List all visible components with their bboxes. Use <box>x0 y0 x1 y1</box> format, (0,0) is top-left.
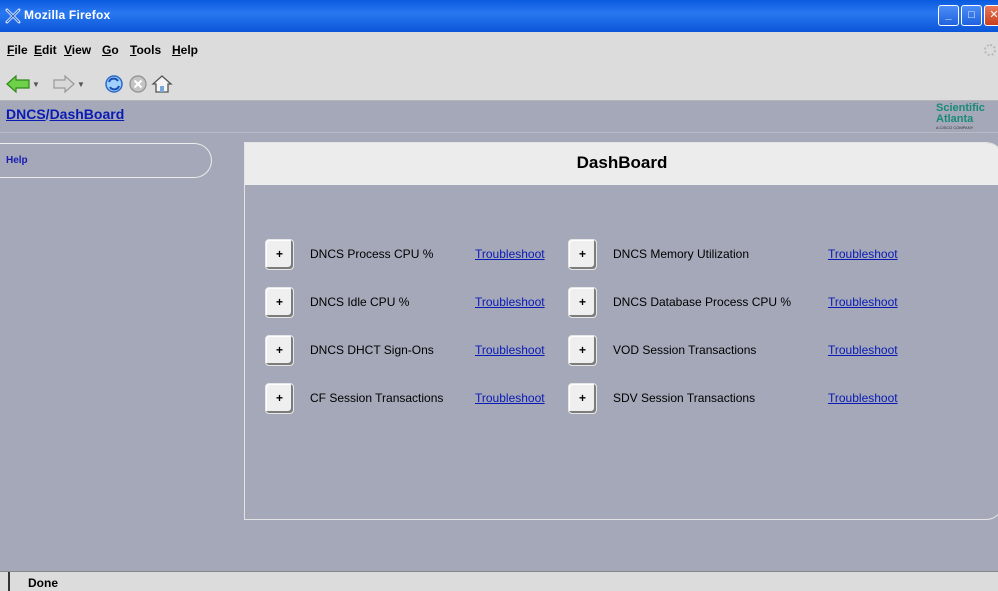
metric-row: + SDV Session Transactions Troubleshoot <box>568 383 968 415</box>
dashboard-title: DashBoard <box>576 153 668 172</box>
sidebar-help-label: Help <box>6 155 28 166</box>
expand-button[interactable]: + <box>568 239 597 270</box>
status-bar: Done <box>0 571 998 591</box>
menu-help[interactable]: Help <box>172 43 198 57</box>
forward-icon <box>53 74 75 94</box>
metric-row: + CF Session Transactions Troubleshoot <box>265 383 565 415</box>
metric-label: DNCS DHCT Sign-Ons <box>310 343 434 357</box>
breadcrumb-link-dncs[interactable]: DNCS <box>6 106 46 122</box>
troubleshoot-link[interactable]: Troubleshoot <box>828 295 898 309</box>
expand-button[interactable]: + <box>265 287 294 318</box>
menu-file[interactable]: File <box>7 43 28 57</box>
expand-button[interactable]: + <box>265 239 294 270</box>
troubleshoot-link[interactable]: Troubleshoot <box>475 295 545 309</box>
reload-button[interactable] <box>104 73 124 95</box>
minimize-button[interactable]: _ <box>938 5 959 26</box>
navigation-toolbar: ▼ ▼ <box>0 66 998 101</box>
metric-label: VOD Session Transactions <box>613 343 757 357</box>
metric-label: CF Session Transactions <box>310 391 444 405</box>
metric-row: + DNCS Idle CPU % Troubleshoot <box>265 287 565 319</box>
expand-button[interactable]: + <box>568 383 597 414</box>
breadcrumb: DNCS/DashBoard <box>6 106 124 122</box>
back-dropdown-icon[interactable]: ▼ <box>32 80 40 89</box>
menu-bar: File Edit View Go Tools Help <box>0 32 998 66</box>
logo-sub: A CISCO COMPANY <box>936 125 974 130</box>
expand-button[interactable]: + <box>265 335 294 366</box>
expand-button[interactable]: + <box>568 287 597 318</box>
troubleshoot-link[interactable]: Troubleshoot <box>475 343 545 357</box>
status-panel: Done <box>8 572 998 591</box>
troubleshoot-link[interactable]: Troubleshoot <box>475 247 545 261</box>
forward-button[interactable]: ▼ <box>52 73 85 95</box>
breadcrumb-link-dashboard[interactable]: DashBoard <box>50 106 125 122</box>
firefox-icon <box>5 8 21 24</box>
throbber-icon <box>984 44 996 56</box>
forward-dropdown-icon[interactable]: ▼ <box>77 80 85 89</box>
metric-row: + DNCS Database Process CPU % Troublesho… <box>568 287 968 319</box>
menu-view[interactable]: View <box>64 43 91 57</box>
maximize-button[interactable]: □ <box>961 5 982 26</box>
back-button[interactable]: ▼ <box>5 73 40 95</box>
metric-row: + DNCS Memory Utilization Troubleshoot <box>568 239 968 271</box>
metric-label: DNCS Memory Utilization <box>613 247 750 261</box>
sidebar-help-tab[interactable]: Help <box>0 143 212 178</box>
menu-tools[interactable]: Tools <box>130 43 161 57</box>
dashboard-header: DashBoard <box>245 143 998 185</box>
dashboard-panel: DashBoard + DNCS Process CPU % Troublesh… <box>244 142 998 520</box>
metric-row: + DNCS Process CPU % Troubleshoot <box>265 239 565 271</box>
metric-row: + VOD Session Transactions Troubleshoot <box>568 335 968 367</box>
stop-icon <box>129 75 147 93</box>
back-icon <box>6 74 30 94</box>
metric-label: DNCS Process CPU % <box>310 247 434 261</box>
header-divider <box>0 132 998 133</box>
close-icon: ✕ <box>989 9 998 21</box>
stop-button[interactable] <box>128 73 148 95</box>
menu-edit[interactable]: Edit <box>34 43 57 57</box>
troubleshoot-link[interactable]: Troubleshoot <box>475 391 545 405</box>
close-button[interactable]: ✕ <box>984 5 998 26</box>
scientific-atlanta-logo: Scientific Atlanta A CISCO COMPANY <box>936 103 985 131</box>
home-icon <box>151 75 173 93</box>
metric-label: SDV Session Transactions <box>613 391 756 405</box>
home-button[interactable] <box>151 73 173 95</box>
status-text: Done <box>28 576 58 590</box>
expand-button[interactable]: + <box>265 383 294 414</box>
metric-label: DNCS Idle CPU % <box>310 295 410 309</box>
troubleshoot-link[interactable]: Troubleshoot <box>828 247 898 261</box>
window-titlebar: Mozilla Firefox _ □ ✕ <box>0 0 998 32</box>
metric-label: DNCS Database Process CPU % <box>613 295 792 309</box>
menu-go[interactable]: Go <box>102 43 119 57</box>
maximize-icon: □ <box>968 9 975 21</box>
troubleshoot-link[interactable]: Troubleshoot <box>828 343 898 357</box>
troubleshoot-link[interactable]: Troubleshoot <box>828 391 898 405</box>
minimize-icon: _ <box>945 9 952 21</box>
window-title: Mozilla Firefox <box>24 8 111 22</box>
logo-line2: Atlanta <box>936 113 974 125</box>
metric-row: + DNCS DHCT Sign-Ons Troubleshoot <box>265 335 565 367</box>
expand-button[interactable]: + <box>568 335 597 366</box>
reload-icon <box>105 75 123 93</box>
